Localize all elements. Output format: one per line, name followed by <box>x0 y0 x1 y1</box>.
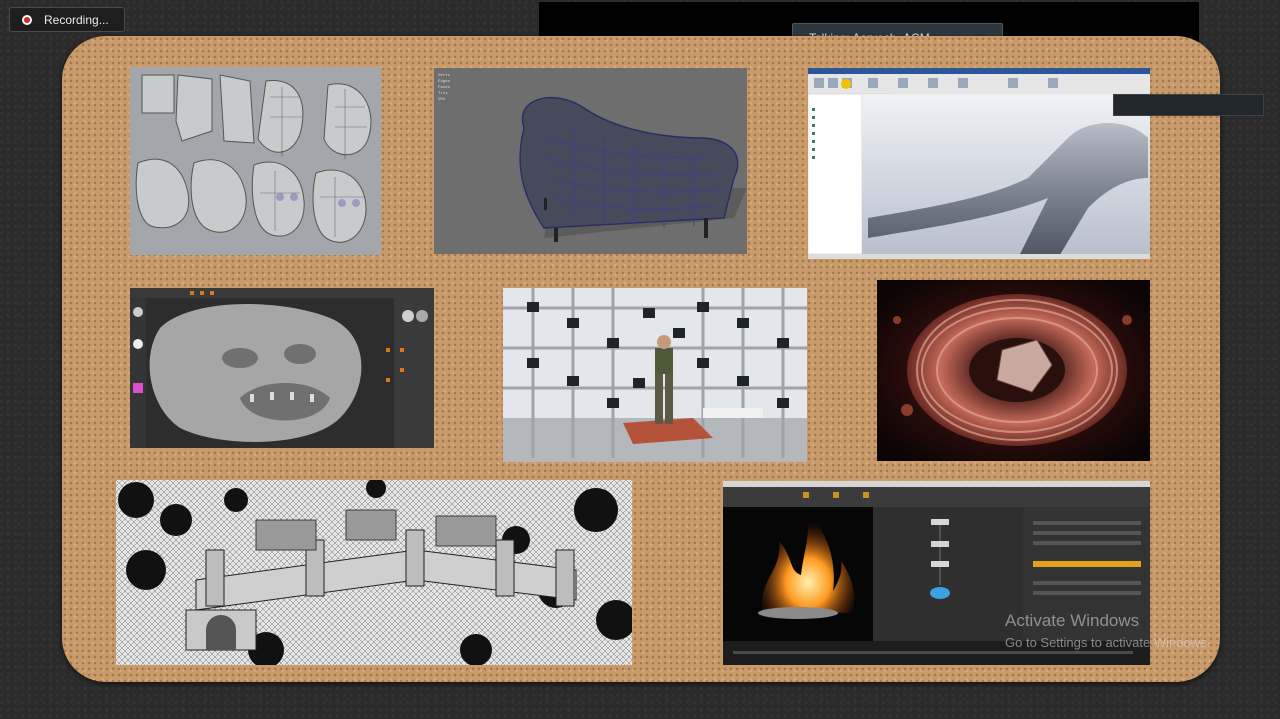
svg-text:Verts: Verts <box>438 73 451 78</box>
tufted-sofa-wireframe-image: Verts Edges Faces Tris UVs <box>434 68 747 254</box>
organic-render-graphic <box>877 280 1150 461</box>
svg-text:Edges: Edges <box>438 79 451 84</box>
castle-wireframe-graphic <box>116 480 632 665</box>
activate-windows-watermark: Activate Windows Go to Settings to activ… <box>1005 611 1210 650</box>
floating-overlay-bar <box>1113 94 1264 116</box>
recording-label: Recording... <box>44 12 109 27</box>
svg-text:Faces: Faces <box>438 86 451 90</box>
polygon-heads-graphic <box>130 67 381 255</box>
cad-pipe-model-image <box>808 68 1150 259</box>
watermark-title: Activate Windows <box>1005 611 1140 630</box>
abstract-organic-render-image <box>877 280 1150 461</box>
zbrush-creature-sculpt-image <box>130 288 434 448</box>
sofa-wireframe-graphic: VertsEdges FacesTris UVs <box>434 68 747 254</box>
head-modeling-stages-image <box>130 67 381 255</box>
watermark-subtitle: Go to Settings to activate Windows. <box>1005 635 1211 650</box>
camera-rig-graphic <box>503 288 807 462</box>
photogrammetry-rig-image <box>503 288 807 462</box>
recording-indicator[interactable]: Recording... <box>9 7 125 32</box>
castle-wireframe-image <box>116 480 632 665</box>
svg-text:Tris: Tris <box>438 91 448 96</box>
cad-software-graphic <box>808 68 1150 259</box>
record-icon <box>22 14 32 25</box>
zbrush-sculpt-graphic <box>130 288 434 448</box>
svg-text:UVs: UVs <box>438 98 446 102</box>
